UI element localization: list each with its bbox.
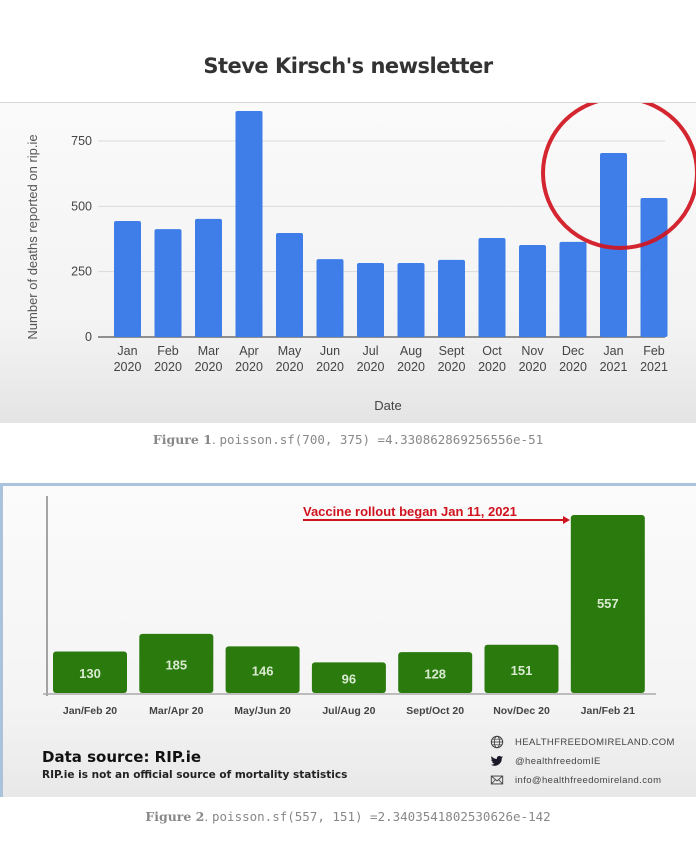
caption-formula: poisson.sf(700, 375) =4.330862869256556e… — [219, 432, 544, 447]
bar — [478, 237, 506, 337]
bar — [195, 218, 222, 337]
bar — [640, 197, 668, 337]
bar — [519, 245, 546, 337]
bar — [559, 241, 587, 337]
chart-1-svg: 0 250 500 750 Jan 2020 Feb 2020 Mar 2020 Apr 2020 M… — [25, 96, 696, 413]
x-axis-label: Date — [374, 398, 401, 413]
x-tick-label-year: 2020 — [478, 360, 506, 374]
x-tick-label-year: 2020 — [316, 360, 344, 374]
x-tick-label-year: 2021 — [640, 360, 668, 374]
caption-label: Figure 1 — [152, 432, 212, 447]
y-tick-label: 0 — [85, 330, 92, 344]
bar-value-label: 128 — [424, 667, 446, 682]
contact-website-text: HEALTHFREEDOMIRELAND.COM — [515, 736, 675, 748]
contact-twitter: @healthfreedomIE — [489, 754, 601, 768]
x-tick-label-year: 2020 — [114, 360, 142, 374]
x-tick-label-year: 2020 — [559, 360, 587, 374]
contact-email-text: info@healthfreedomireland.com — [515, 774, 662, 786]
x-tick-label-year: 2020 — [276, 360, 304, 374]
x-tick-label-month: Oct — [482, 344, 502, 358]
x-tick-label-month: Jan — [603, 344, 623, 358]
caption-label: Figure 2 — [145, 809, 205, 824]
x-tick-label-year: 2020 — [235, 360, 263, 374]
data-source-note: RIP.ie is not an official source of mort… — [42, 769, 348, 781]
x-tick-label-month: Jun — [320, 344, 340, 358]
x-tick-label: Mar/Apr 20 — [149, 705, 203, 717]
contact-email: info@healthfreedomireland.com — [489, 773, 661, 787]
y-tick-label: 250 — [71, 265, 92, 279]
x-tick-label: Jan/Feb 21 — [581, 705, 635, 717]
data-source-title: Data source: RIP.ie — [42, 748, 202, 766]
bar — [114, 220, 141, 337]
x-tick-label-month: Aug — [400, 344, 422, 358]
x-tick-label-month: Dec — [562, 344, 584, 358]
figure-2-chart: 130 185 146 96 128 151 557 Jan/Feb 20 Mar/Apr 2… — [0, 483, 696, 797]
bar — [276, 232, 303, 337]
newsletter-title: Steve Kirsch's newsletter — [203, 54, 493, 78]
bar — [235, 110, 263, 337]
bar-value-label: 185 — [165, 657, 187, 672]
x-tick-label-month: Apr — [239, 344, 258, 358]
figure-1-caption: Figure 1. poisson.sf(700, 375) =4.330862… — [152, 432, 544, 447]
contact-website: HEALTHFREEDOMIRELAND.COM — [489, 735, 675, 749]
x-tick-label-year: 2020 — [438, 360, 466, 374]
x-tick-label-year: 2020 — [154, 360, 182, 374]
bar-value-label: 130 — [79, 666, 101, 681]
x-tick-label-year: 2020 — [397, 360, 425, 374]
bar — [357, 263, 384, 337]
vaccine-annotation: Vaccine rollout began Jan 11, 2021 — [303, 504, 517, 519]
contact-twitter-text: @healthfreedomIE — [515, 755, 601, 767]
x-tick-label-year: 2021 — [600, 360, 628, 374]
x-tick-label-month: Sept — [439, 344, 465, 358]
globe-icon — [490, 735, 504, 749]
x-tick-label-month: Nov — [521, 344, 544, 358]
twitter-icon — [490, 755, 504, 766]
bar — [316, 259, 344, 337]
annotation-arrowhead — [563, 516, 570, 524]
bar-value-label: 96 — [342, 672, 356, 687]
x-tick-label-month: Feb — [157, 344, 179, 358]
bar — [438, 259, 465, 337]
x-tick-label: Jan/Feb 20 — [63, 705, 117, 717]
bar — [397, 263, 425, 337]
x-tick-label-month: Jan — [117, 344, 137, 358]
mail-icon — [490, 775, 504, 785]
x-tick-label: May/Jun 20 — [234, 705, 291, 717]
caption-formula: poisson.sf(557, 151) =2.3403541802530626… — [212, 809, 551, 824]
x-tick-label-month: Mar — [198, 344, 220, 358]
bar-value-label: 151 — [511, 663, 533, 678]
x-tick-label: Sept/Oct 20 — [406, 705, 464, 717]
figure-2-caption: Figure 2. poisson.sf(557, 151) =2.340354… — [145, 809, 551, 824]
x-tick-label: Jul/Aug 20 — [322, 705, 375, 717]
y-tick-label: 750 — [71, 134, 92, 148]
x-tick-label-year: 2020 — [195, 360, 223, 374]
x-tick-label-month: Jul — [363, 344, 379, 358]
bar-value-label: 557 — [597, 596, 619, 611]
x-tick-label-month: Feb — [643, 344, 665, 358]
bar-value-label: 146 — [252, 664, 274, 679]
figure-1-chart: 0 250 500 750 Jan 2020 Feb 2020 Mar 2020 Apr 2020 M… — [0, 96, 696, 423]
y-axis-label: Number of deaths reported on rip.ie — [25, 134, 40, 339]
x-tick-label-year: 2020 — [357, 360, 385, 374]
x-tick-label: Nov/Dec 20 — [493, 705, 550, 717]
x-tick-label-year: 2020 — [519, 360, 547, 374]
x-tick-label-month: May — [278, 344, 302, 358]
bar — [154, 229, 182, 337]
y-tick-label: 500 — [71, 199, 92, 213]
